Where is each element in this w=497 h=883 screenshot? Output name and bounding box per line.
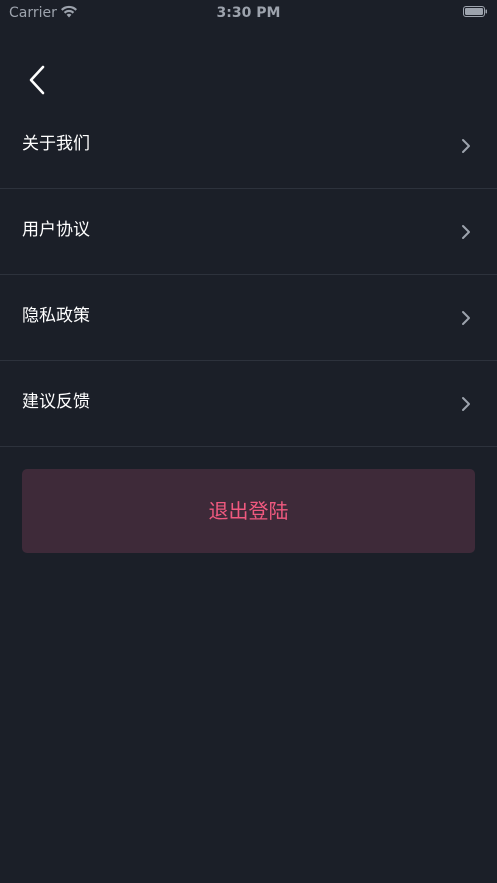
menu-item-user-agreement[interactable]: 用户协议: [0, 189, 497, 275]
chevron-right-icon: [462, 225, 470, 239]
menu-item-label: 隐私政策: [22, 306, 90, 326]
chevron-right-icon: [462, 311, 470, 325]
menu-item-privacy-policy[interactable]: 隐私政策: [0, 275, 497, 361]
status-bar: Carrier 3:30 PM: [0, 0, 497, 24]
menu-item-about-us[interactable]: 关于我们: [0, 103, 497, 189]
menu-item-label: 建议反馈: [22, 392, 90, 412]
status-time: 3:30 PM: [216, 5, 281, 21]
menu-item-label: 关于我们: [22, 134, 90, 154]
battery-icon: [463, 6, 487, 17]
menu-item-label: 用户协议: [22, 220, 90, 240]
menu-item-feedback[interactable]: 建议反馈: [0, 361, 497, 447]
chevron-right-icon: [462, 397, 470, 411]
back-button[interactable]: [18, 60, 58, 100]
settings-menu: 关于我们 用户协议 隐私政策 建议反馈: [0, 103, 497, 447]
chevron-right-icon: [462, 139, 470, 153]
logout-button[interactable]: 退出登陆: [22, 469, 475, 553]
chevron-left-icon: [29, 65, 45, 95]
